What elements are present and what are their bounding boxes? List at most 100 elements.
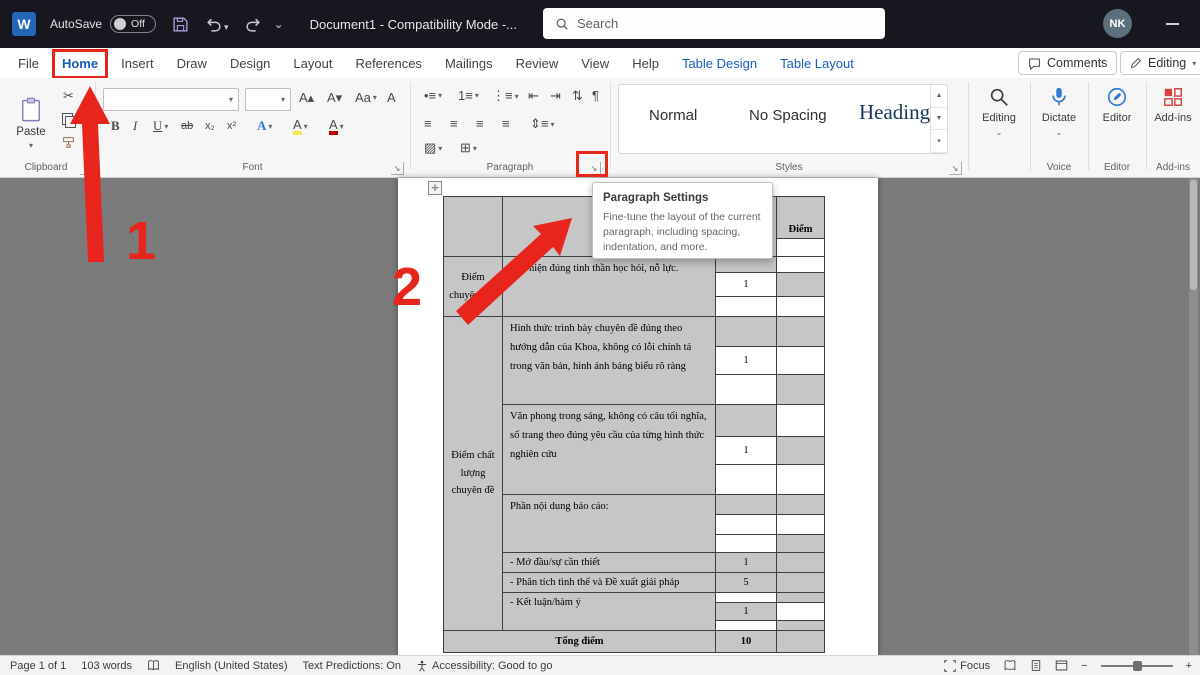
line-spacing-icon[interactable]: ⇕≡	[530, 116, 548, 132]
table-cell-desc[interactable]: Văn phong trong sáng, không có câu tối n…	[503, 405, 716, 495]
show-paragraph-marks-icon[interactable]: ¶	[592, 88, 599, 103]
align-right-icon[interactable]: ≡	[476, 116, 484, 131]
tab-references[interactable]: References	[355, 56, 421, 71]
text-predictions[interactable]: Text Predictions: On	[303, 660, 401, 672]
gallery-more-icon[interactable]: ▾	[931, 130, 947, 153]
zoom-in-button[interactable]: +	[1186, 660, 1192, 672]
tab-layout[interactable]: Layout	[293, 56, 332, 71]
table-cell[interactable]	[716, 495, 777, 515]
table-cell[interactable]	[777, 317, 825, 347]
read-mode-icon[interactable]	[1003, 659, 1017, 672]
table-cell[interactable]	[777, 535, 825, 553]
save-icon[interactable]	[172, 16, 189, 33]
zoom-out-button[interactable]: −	[1081, 660, 1087, 672]
table-cell[interactable]	[777, 515, 825, 535]
shrink-font-icon[interactable]: A▾	[327, 90, 342, 106]
styles-dialog-launcher[interactable]: ↘	[949, 162, 962, 175]
table-cell-score[interactable]: 5	[716, 573, 777, 593]
grow-font-icon[interactable]: A▴	[299, 90, 314, 106]
subscript-button[interactable]: x₂	[205, 120, 215, 132]
word-count[interactable]: 103 words	[81, 660, 132, 672]
dictate-button[interactable]: Dictate ⌄	[1032, 86, 1086, 137]
table-cell-score[interactable]: 1	[716, 273, 777, 297]
table-cell-total-score[interactable]: 10	[716, 631, 777, 653]
table-cell[interactable]	[777, 405, 825, 437]
editing-mode-button[interactable]: Editing ▾	[1120, 51, 1200, 75]
tab-mailings[interactable]: Mailings	[445, 56, 493, 71]
highlight-color-icon[interactable]: A	[293, 118, 302, 135]
vertical-scrollbar[interactable]	[1189, 178, 1198, 655]
table-cell[interactable]	[716, 621, 777, 631]
style-no-spacing[interactable]: No Spacing	[749, 107, 827, 124]
addins-button[interactable]: Add-ins	[1148, 86, 1198, 124]
change-case-icon[interactable]: Aa	[355, 90, 371, 105]
clear-formatting-icon[interactable]: A	[387, 90, 396, 105]
table-cell-desc[interactable]: - Phân tích tình thế và Đề xuất giải phá…	[503, 573, 716, 593]
zoom-slider[interactable]	[1101, 665, 1173, 667]
scrollbar-thumb[interactable]	[1190, 180, 1197, 290]
paragraph-dialog-launcher[interactable]: ↘	[588, 162, 601, 175]
style-normal[interactable]: Normal	[649, 107, 697, 124]
tab-file[interactable]: File	[18, 56, 39, 71]
table-cell-desc[interactable]: - Mở đầu/sự cần thiết	[503, 553, 716, 573]
table-cell-score[interactable]: 1	[716, 437, 777, 465]
tab-draw[interactable]: Draw	[177, 56, 207, 71]
table-move-handle[interactable]: ✛	[428, 181, 442, 195]
borders-icon[interactable]: ⊞	[460, 140, 471, 156]
table-cell[interactable]	[777, 257, 825, 273]
table-cell[interactable]	[777, 297, 825, 317]
table-cell[interactable]	[716, 405, 777, 437]
table-cell-total-label[interactable]: Tổng điểm	[444, 631, 716, 653]
bullets-icon[interactable]: •≡	[424, 88, 436, 103]
table-cell-desc[interactable]: - Kết luận/hàm ý	[503, 593, 716, 631]
table-cell-category[interactable]: Điểm chất lượng chuyên đề	[444, 317, 503, 631]
table-cell[interactable]	[777, 465, 825, 495]
focus-button[interactable]: Focus	[944, 660, 990, 672]
table-cell[interactable]	[716, 297, 777, 317]
tab-view[interactable]: View	[581, 56, 609, 71]
tab-table-design[interactable]: Table Design	[682, 56, 757, 71]
format-painter-icon[interactable]	[62, 136, 75, 149]
justify-icon[interactable]: ≡	[502, 116, 510, 131]
clipboard-dialog-launcher[interactable]: ↘	[80, 162, 93, 175]
tab-help[interactable]: Help	[632, 56, 659, 71]
paste-button[interactable]: Paste ▾	[10, 86, 52, 160]
table-cell[interactable]	[777, 375, 825, 405]
undo-dropdown-icon[interactable]: ▾	[224, 22, 229, 33]
minimize-icon[interactable]	[1166, 23, 1179, 25]
superscript-button[interactable]: x²	[227, 120, 236, 132]
print-layout-icon[interactable]	[1030, 659, 1042, 672]
table-cell-desc[interactable]: Phần nội dung báo cáo:	[503, 495, 716, 553]
table-cell-score[interactable]: 1	[716, 603, 777, 621]
strikethrough-button[interactable]: ab	[181, 120, 193, 132]
tab-home[interactable]: Home	[62, 56, 98, 71]
quick-access-more-icon[interactable]: ⌄	[274, 17, 284, 31]
table-cell-desc[interactable]: Hình thức trình bày chuyên đề đúng theo …	[503, 317, 716, 405]
table-cell-score[interactable]: 1	[716, 347, 777, 375]
table-cell[interactable]	[777, 631, 825, 653]
underline-button[interactable]: U	[153, 118, 162, 134]
accessibility-status[interactable]: Accessibility: Good to go	[416, 660, 552, 672]
table-cell[interactable]	[777, 621, 825, 631]
table-cell[interactable]	[777, 239, 825, 257]
table-cell[interactable]	[716, 535, 777, 553]
zoom-slider-thumb[interactable]	[1133, 661, 1142, 671]
table-cell[interactable]	[716, 593, 777, 603]
table-cell[interactable]	[777, 273, 825, 297]
proofing-button[interactable]	[147, 659, 160, 672]
multilevel-list-icon[interactable]: ⋮≡	[492, 88, 513, 104]
table-header-diem[interactable]: Điểm	[777, 197, 825, 239]
web-layout-icon[interactable]	[1055, 659, 1068, 672]
italic-button[interactable]: I	[133, 118, 137, 134]
table-cell[interactable]	[716, 257, 777, 273]
table-cell-score[interactable]: 1	[716, 553, 777, 573]
text-effects-icon[interactable]: A	[257, 118, 266, 134]
table-cell[interactable]	[716, 515, 777, 535]
table-cell[interactable]	[777, 593, 825, 603]
table-cell[interactable]	[716, 465, 777, 495]
font-size-select[interactable]: ▾	[245, 88, 291, 111]
tab-table-layout[interactable]: Table Layout	[780, 56, 854, 71]
style-heading[interactable]: Heading	[859, 100, 930, 125]
search-box[interactable]: Search	[543, 8, 885, 39]
table-cell-desc[interactable]: Thể hiện đúng tinh thần học hỏi, nỗ lực.	[503, 257, 716, 317]
